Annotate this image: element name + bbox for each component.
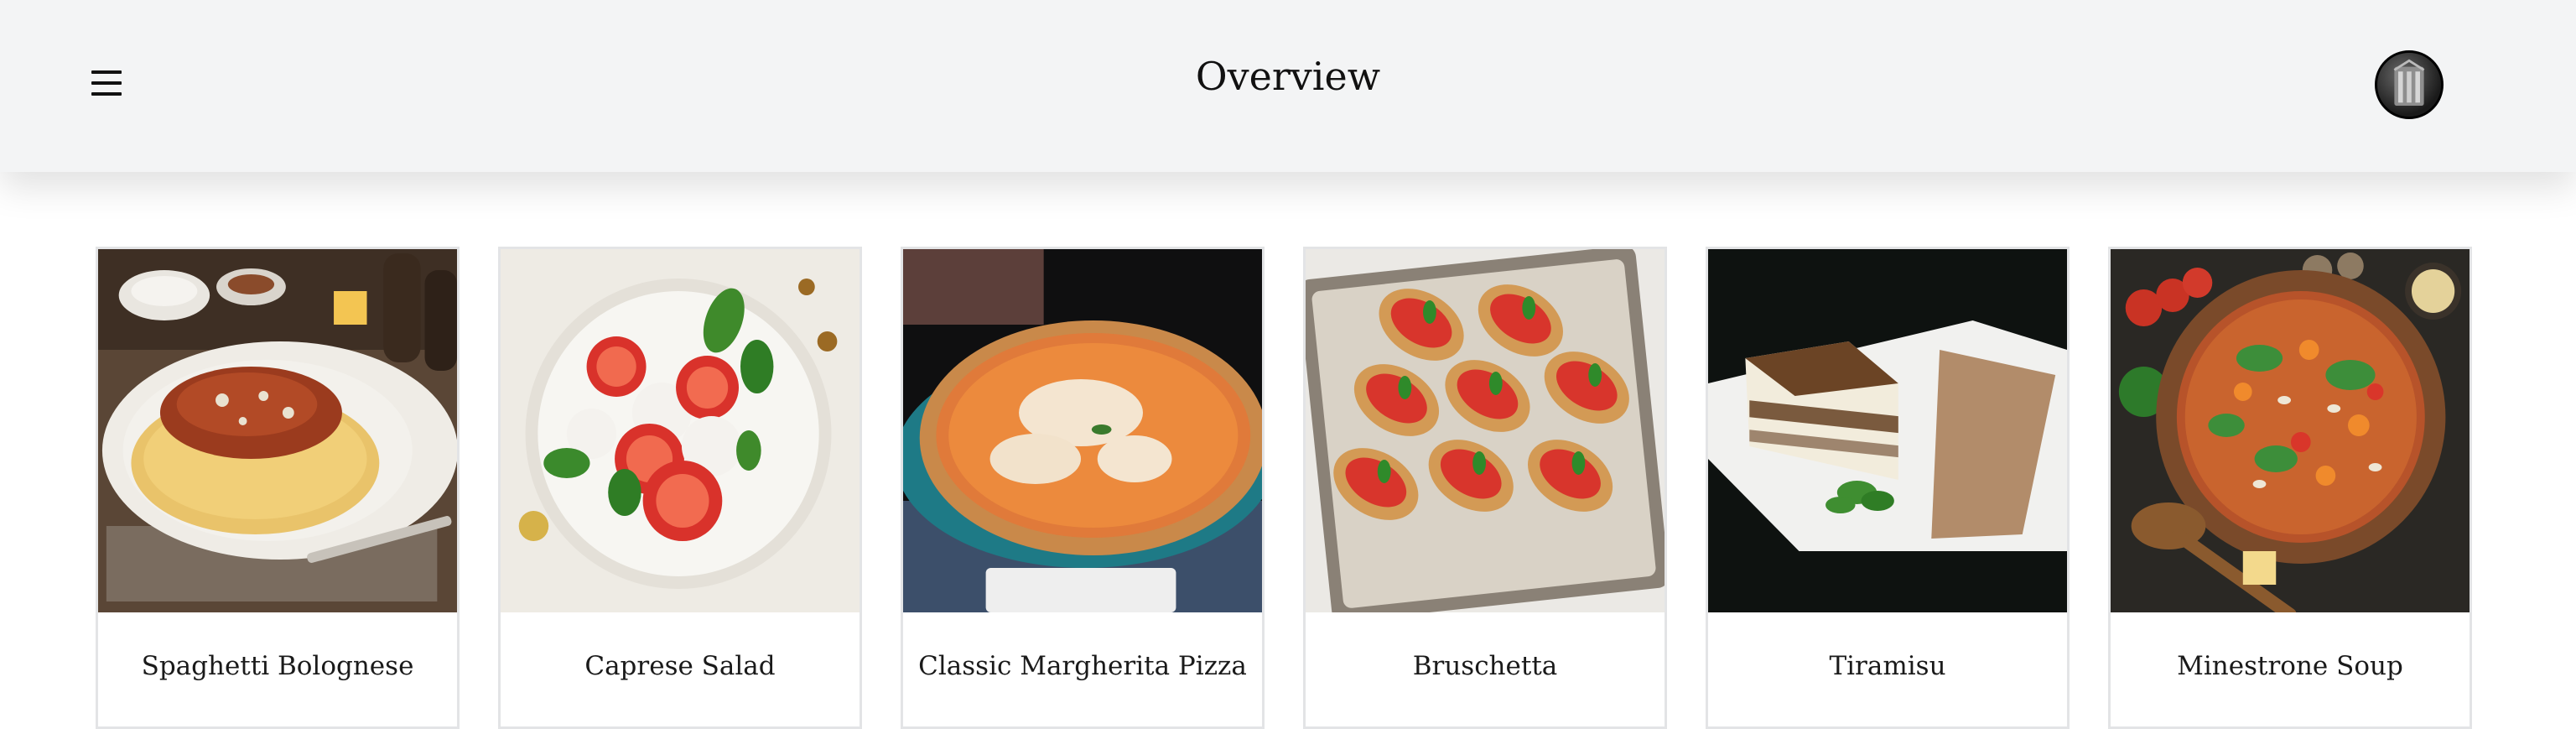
caprese-salad-photo [501,249,860,612]
tiramisu-photo [1708,249,2067,612]
top-app-bar: Overview [0,0,2576,172]
recipe-card-margherita-pizza[interactable]: Classic Margherita Pizza [901,247,1265,729]
bruschetta-photo [1306,249,1665,612]
recipe-card-minestrone-soup[interactable]: Minestrone Soup [2108,247,2472,729]
recipe-card-spaghetti-bolognese[interactable]: Spaghetti Bolognese [96,247,460,729]
recipe-card-title: Minestrone Soup [2177,651,2403,681]
recipe-grid: Spaghetti Bolognese Caprese Salad Classi… [96,247,2472,729]
recipe-card-title: Tiramisu [1829,651,1946,681]
recipe-card-title: Spaghetti Bolognese [141,651,414,681]
minestrone-soup-photo [2111,249,2470,612]
recipe-card-caprese-salad[interactable]: Caprese Salad [498,247,862,729]
recipe-card-bruschetta[interactable]: Bruschetta [1303,247,1667,729]
recipe-card-tiramisu[interactable]: Tiramisu [1706,247,2070,729]
margherita-pizza-photo [903,249,1262,612]
spaghetti-bolognese-photo [98,249,457,612]
user-avatar[interactable] [2375,50,2444,119]
recipe-card-title: Bruschetta [1412,651,1558,681]
page-title: Overview [1195,54,1381,99]
recipe-card-title: Caprese Salad [584,651,776,681]
recipe-card-title: Classic Margherita Pizza [918,651,1247,681]
avatar-image [2393,59,2425,107]
